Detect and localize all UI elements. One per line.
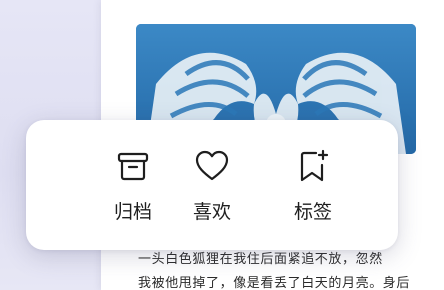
action-popup: 归档 喜欢 标签 — [26, 120, 398, 250]
archive-button[interactable]: 归档 — [88, 120, 178, 250]
tag-button[interactable]: 标签 — [268, 120, 358, 250]
archive-box-icon — [115, 148, 151, 184]
tag-label: 标签 — [293, 201, 332, 223]
article-text-line: 我被他甩掉了，像是看丢了白天的月亮。身后 — [138, 276, 411, 290]
bookmark-plus-icon — [295, 148, 331, 184]
like-label: 喜欢 — [192, 201, 231, 223]
heart-icon — [194, 148, 230, 184]
like-button[interactable]: 喜欢 — [167, 120, 257, 250]
archive-label: 归档 — [113, 201, 152, 223]
article-text-line: 一头白色狐狸在我住后面紧追不放，忽然 — [138, 252, 383, 267]
